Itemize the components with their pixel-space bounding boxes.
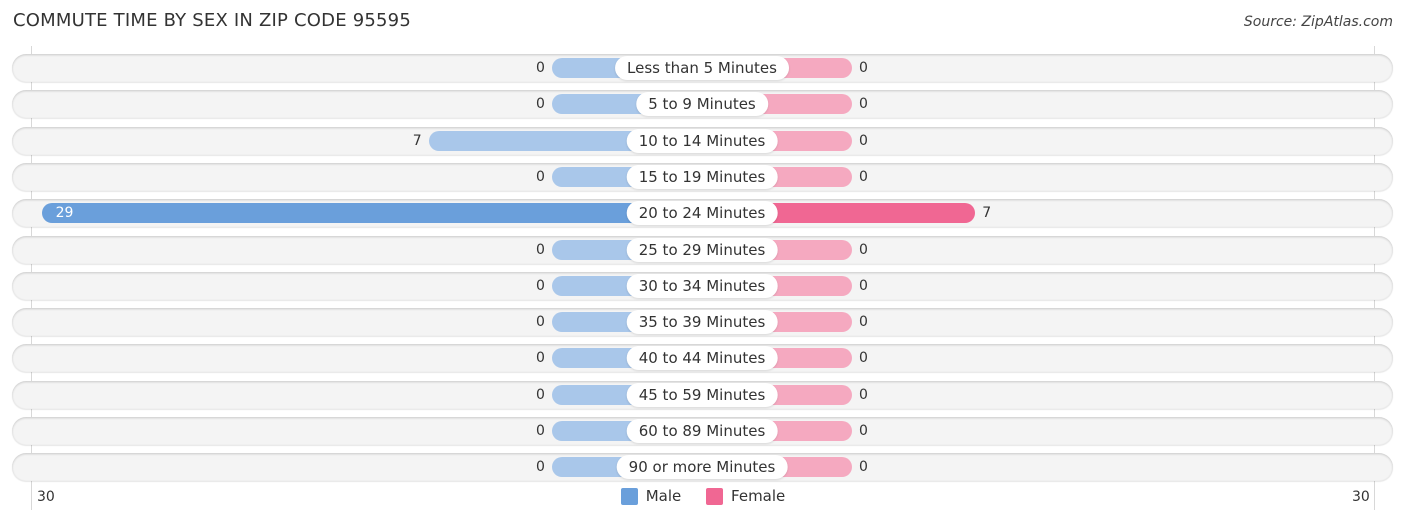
female-value-label: 0 bbox=[859, 132, 868, 149]
category-label: 45 to 59 Minutes bbox=[626, 382, 778, 407]
male-value-label: 0 bbox=[536, 314, 545, 331]
male-value-label: 0 bbox=[536, 459, 545, 476]
male-value-label: 0 bbox=[536, 241, 545, 258]
category-label: 90 or more Minutes bbox=[616, 455, 788, 480]
chart-area: 0 0 Less than 5 Minutes 0 0 5 to 9 Minutes 7 0 1… bbox=[0, 0, 1406, 522]
male-value-label: 0 bbox=[536, 386, 545, 403]
female-value-label: 0 bbox=[859, 241, 868, 258]
female-value-label: 0 bbox=[859, 386, 868, 403]
male-bar[interactable] bbox=[41, 203, 702, 224]
male-value-label: 0 bbox=[536, 96, 545, 113]
female-value-label: 0 bbox=[859, 96, 868, 113]
category-label: 20 to 24 Minutes bbox=[626, 201, 778, 226]
male-value-label: 29 bbox=[55, 205, 74, 222]
category-label: 15 to 19 Minutes bbox=[626, 164, 778, 189]
male-value-label: 7 bbox=[412, 132, 422, 149]
male-value-label: 0 bbox=[536, 277, 545, 294]
category-label: 30 to 34 Minutes bbox=[626, 273, 778, 298]
female-value-label: 7 bbox=[982, 205, 992, 222]
female-value-label: 0 bbox=[859, 423, 868, 439]
category-label: 25 to 29 Minutes bbox=[626, 237, 778, 262]
category-label: 10 to 14 Minutes bbox=[626, 128, 778, 153]
legend-item-female[interactable]: Female bbox=[706, 487, 785, 505]
male-value-label: 0 bbox=[536, 60, 545, 76]
legend: Male Female bbox=[0, 487, 1406, 509]
category-label: Less than 5 Minutes bbox=[615, 56, 789, 80]
female-value-label: 0 bbox=[859, 314, 868, 331]
female-value-label: 0 bbox=[859, 277, 868, 294]
category-label: 35 to 39 Minutes bbox=[626, 310, 778, 335]
female-swatch bbox=[706, 487, 724, 505]
female-value-label: 0 bbox=[859, 60, 868, 76]
male-swatch bbox=[620, 487, 638, 505]
male-value-label: 0 bbox=[536, 350, 545, 367]
category-label: 40 to 44 Minutes bbox=[626, 346, 778, 371]
male-value-label: 0 bbox=[536, 168, 545, 185]
male-value-label: 0 bbox=[536, 423, 545, 439]
female-value-label: 0 bbox=[859, 459, 868, 476]
category-label: 60 to 89 Minutes bbox=[626, 419, 778, 443]
legend-label-female: Female bbox=[731, 487, 786, 505]
female-value-label: 0 bbox=[859, 350, 868, 367]
legend-item-male[interactable]: Male bbox=[620, 487, 682, 505]
female-value-label: 0 bbox=[859, 168, 868, 185]
category-label: 5 to 9 Minutes bbox=[636, 92, 768, 117]
legend-label-male: Male bbox=[645, 487, 682, 505]
